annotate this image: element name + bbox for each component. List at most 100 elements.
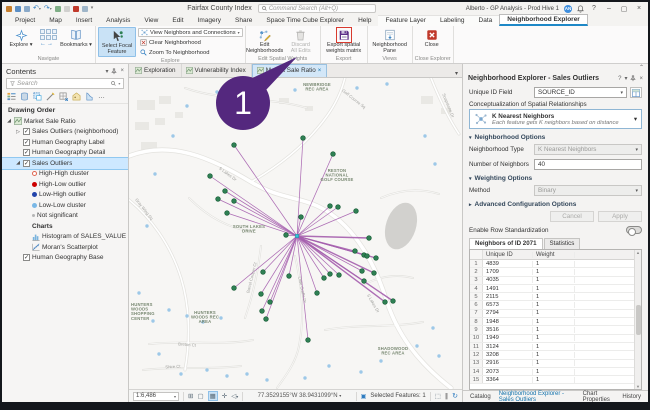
pane-close-icon[interactable]: × [639, 76, 643, 82]
tree-section-charts[interactable]: Charts [2, 221, 128, 232]
ribbon-tab-edit[interactable]: Edit [165, 16, 190, 26]
view-tab-vulnerability-index[interactable]: Vulnerability Index [182, 64, 252, 77]
previous-extent-icon[interactable] [40, 35, 45, 40]
list-by-snapping-icon[interactable] [59, 92, 68, 101]
pane-pin-icon[interactable] [630, 75, 636, 82]
bookmarks-button[interactable]: Bookmarks ▾ [59, 27, 93, 48]
close-explorer-button[interactable]: Close [415, 27, 449, 48]
pane-help-icon[interactable]: ? [618, 76, 621, 82]
maximize-button[interactable]: ▢ [619, 5, 629, 13]
table-row[interactable]: 340351 [470, 277, 634, 285]
map-scale-select[interactable]: 1:6,486 ▾ [133, 392, 179, 401]
table-row[interactable]: 1420731 [470, 368, 634, 376]
contents-search-chevron-icon[interactable]: ▾ [118, 81, 120, 86]
view-neighbors-dropdown[interactable]: View Neighbors and Connections▾ [138, 28, 243, 37]
audio-options-icon[interactable]: ◁▾ [231, 392, 238, 400]
geoprocessing-icon[interactable] [73, 6, 79, 12]
map-view[interactable]: NEWBRIDGEREC AREAGolf Course SqSoapstone… [129, 78, 462, 389]
extent-arrows-icon[interactable]: ←→ [40, 41, 57, 47]
layer-item[interactable]: ✓Human Geography Label [2, 137, 128, 148]
legend-item[interactable]: Not significant [2, 211, 128, 222]
layer-item[interactable]: ◢Market Sale Ratio [2, 116, 128, 127]
layer-item[interactable]: Histogram of SALES_VALUE [2, 232, 128, 243]
more-view-modes-icon[interactable]: … [98, 93, 106, 100]
edit-neighborhoods-button[interactable]: EditNeighborhoods [248, 27, 282, 55]
row-standardization-toggle[interactable] [626, 226, 642, 234]
table-row[interactable]: 1019491 [470, 335, 634, 343]
scroll-down-icon[interactable]: ▼ [636, 384, 640, 389]
list-by-data-source-icon[interactable] [20, 92, 29, 101]
layer-item[interactable]: Moran's Scatterplot [2, 242, 128, 253]
add-data-icon[interactable] [64, 6, 70, 12]
weighting-options-section[interactable]: ▾Weighting Options [463, 172, 648, 183]
layout-grid-icon[interactable]: ⬚ [435, 392, 441, 400]
table-row[interactable]: 414911 [470, 285, 634, 293]
scroll-up-icon[interactable]: ▲ [636, 250, 640, 255]
crosshair-icon[interactable]: ✛ [222, 392, 227, 400]
ribbon-tab-map[interactable]: Map [42, 16, 69, 26]
ribbon-tab-data[interactable]: Data [472, 15, 500, 26]
apply-button[interactable]: Apply [598, 211, 642, 222]
table-row[interactable]: 148391 [470, 260, 634, 268]
help-button[interactable]: ? [589, 5, 599, 12]
list-by-drawing-order-icon[interactable] [7, 92, 16, 101]
explore-button[interactable]: Explore ▾ [4, 27, 38, 48]
minimize-button[interactable]: – [604, 5, 614, 12]
contents-close-icon[interactable]: × [120, 68, 124, 74]
table-row[interactable]: 1232081 [470, 351, 634, 359]
conceptualization-select[interactable]: K Nearest Neighbors Each feature gets K … [469, 109, 642, 129]
layer-item[interactable]: ▷✓Sales Outliers (neighborhood) [2, 127, 128, 138]
ribbon-tab-view[interactable]: View [137, 16, 165, 26]
legend-item[interactable]: Low-Low cluster [2, 200, 128, 211]
fixed-zoom-in-icon[interactable] [46, 29, 51, 34]
layer-visibility-checkbox[interactable]: ✓ [23, 149, 30, 156]
table-tab-neighbors-of-id-2071[interactable]: Neighbors of ID 2071 [469, 238, 543, 249]
contents-search-input[interactable]: Search ▾ [6, 78, 124, 89]
table-row[interactable]: 217091 [470, 268, 634, 276]
snapping-toggle-icon[interactable]: ▦ [208, 391, 218, 401]
undo-icon[interactable]: ↶▾ [33, 5, 41, 12]
ribbon-tab-insert[interactable]: Insert [69, 16, 99, 26]
list-by-labeling-icon[interactable] [72, 92, 81, 101]
pause-drawing-icon[interactable]: ∥ [445, 392, 448, 400]
pane-tab-neighborhood-explorer-sales-outliers[interactable]: Neighborhood Explorer - Sales Outliers [496, 391, 578, 403]
pane-tab-history[interactable]: History [619, 394, 644, 400]
unique-id-field-select[interactable]: SOURCE_ID ▾ [534, 87, 627, 98]
list-by-charts-icon[interactable] [85, 92, 94, 101]
selected-features-count[interactable]: Selected Features: 1 [370, 393, 425, 399]
notifications-bell-icon[interactable] [577, 5, 584, 13]
neighborhood-type-select[interactable]: K Nearest Neighbors▾ [534, 144, 642, 155]
close-window-button[interactable]: × [634, 5, 644, 12]
table-row[interactable]: 521151 [470, 293, 634, 301]
layer-visibility-checkbox[interactable]: ✓ [23, 139, 30, 146]
zoom-to-neighborhood-button[interactable]: Zoom To Neighborhood [138, 48, 243, 57]
discard-all-edits-button[interactable]: DiscardAll Edits [284, 27, 318, 55]
layer-item[interactable]: ◢✓Sales Outliers [2, 158, 128, 169]
neighborhood-pane-button[interactable]: NeighborhoodPane [370, 27, 410, 55]
scroll-thumb[interactable] [636, 305, 641, 335]
pane-tab-catalog[interactable]: Catalog [467, 394, 494, 400]
table-row[interactable]: 727941 [470, 310, 634, 318]
list-by-editing-icon[interactable] [46, 92, 55, 101]
method-select[interactable]: Binary▾ [534, 185, 642, 196]
tab-overflow-chevron-icon[interactable]: ▾ [451, 70, 462, 77]
pane-tab-chart-properties[interactable]: Chart Properties [580, 391, 618, 403]
ribbon-tab-help[interactable]: Help [351, 16, 378, 26]
export-spatial-weights-button[interactable]: Export spatialweights matrix [323, 27, 365, 55]
layer-visibility-checkbox[interactable]: ✓ [23, 254, 30, 261]
ribbon-tab-neighborhood-explorer[interactable]: Neighborhood Explorer [499, 14, 588, 26]
table-row[interactable]: 819481 [470, 318, 634, 326]
map-coordinates[interactable]: 77.3529155°W 38.9431099°N ▾ [247, 393, 351, 399]
legend-item[interactable]: Low-High outlier [2, 190, 128, 201]
view-tab-close-icon[interactable]: × [318, 68, 322, 74]
map-icon[interactable] [55, 6, 61, 12]
open-project-icon[interactable] [6, 6, 12, 12]
list-by-selection-icon[interactable] [33, 92, 42, 101]
expander-icon[interactable]: ◢ [15, 160, 21, 166]
expander-icon[interactable]: ▷ [15, 129, 21, 135]
redo-icon[interactable]: ↷▾ [44, 5, 52, 12]
expander-icon[interactable]: ◢ [6, 118, 12, 124]
contents-pin-icon[interactable] [111, 68, 117, 75]
ribbon-tab-space-time-cube-explorer[interactable]: Space Time Cube Explorer [259, 16, 351, 26]
field-table-button[interactable] [630, 87, 642, 98]
